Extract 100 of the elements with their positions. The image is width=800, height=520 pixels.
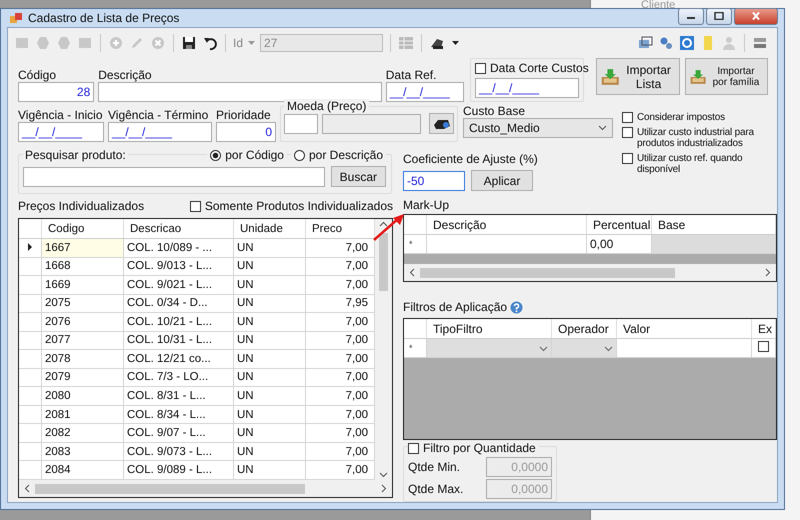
table-cell: UN <box>234 312 306 332</box>
table-cell: COL. 9/013 - L... <box>124 257 234 276</box>
chevron-right-icon[interactable] <box>765 268 771 277</box>
table-cell: 7,00 <box>306 368 374 387</box>
maximize-icon <box>714 12 724 20</box>
apply-button[interactable]: Aplicar <box>471 170 533 191</box>
field-label: Custo Base <box>463 104 526 118</box>
chevron-right-icon[interactable] <box>381 484 387 493</box>
table-cell: 0,00 <box>586 234 652 253</box>
checkbox[interactable] <box>622 153 633 164</box>
table-cell: 7,00 <box>306 257 374 276</box>
max-quantity-field: 0,0000 <box>486 479 552 499</box>
date-field[interactable]: __/__/____ <box>108 122 212 142</box>
checkbox[interactable] <box>622 112 633 123</box>
column-header[interactable]: TipoFiltro <box>426 319 552 338</box>
table-cell: COL. 7/3 - LO... <box>124 368 234 387</box>
close-button[interactable] <box>734 8 778 24</box>
checkbox-label: Utilizar custo industrial para produtos industrializados <box>637 127 755 149</box>
table-cell: COL. 9/073 - L... <box>124 442 234 461</box>
column-header[interactable]: Percentual <box>586 215 652 234</box>
radio-button[interactable] <box>294 150 305 160</box>
table-cell: 2084 <box>42 460 124 480</box>
table-cell: UN <box>234 257 306 276</box>
import-button[interactable]: Importar Lista <box>596 58 680 95</box>
table-cell: 2078 <box>42 350 124 368</box>
search-field[interactable] <box>23 166 325 186</box>
windows-icon[interactable] <box>637 35 653 51</box>
table-cell: 7,00 <box>306 350 374 368</box>
minimize-button[interactable] <box>678 8 704 24</box>
table-cell: UN <box>234 405 306 424</box>
cost-base-dropdown[interactable]: Custo_Medio <box>463 118 613 138</box>
adjustment-field[interactable]: -50 <box>403 170 465 190</box>
column-header[interactable]: Descricao <box>124 219 234 238</box>
table-cell: COL. 8/31 - L... <box>124 386 234 406</box>
search-button[interactable]: Buscar <box>330 166 386 187</box>
table-cell: 2083 <box>42 442 124 461</box>
description-field[interactable] <box>98 82 382 102</box>
column-header[interactable]: Preco <box>306 219 374 238</box>
tray-icon[interactable] <box>752 35 768 51</box>
table-cell: 1667 <box>42 238 124 258</box>
undo-icon[interactable] <box>202 35 218 51</box>
table-cell: COL. 10/31 - L... <box>124 331 234 350</box>
id-label: Id <box>233 36 244 50</box>
chevron-down-icon[interactable] <box>379 472 388 478</box>
section-title: Filtros de Aplicação <box>403 300 508 314</box>
radio-button[interactable] <box>210 150 222 160</box>
code-field[interactable]: 28 <box>18 82 94 102</box>
table-cell: UN <box>234 331 306 350</box>
chevron-up-icon[interactable] <box>379 221 388 227</box>
column-header[interactable]: Base <box>652 215 776 234</box>
field-label: Vigência - Inicio <box>18 108 104 122</box>
save-icon[interactable] <box>181 35 197 51</box>
column-header[interactable]: Unidade <box>234 219 306 238</box>
column-header[interactable]: Valor <box>616 319 752 338</box>
scrollbar-thumb[interactable] <box>35 484 305 494</box>
field-label: Qtde Max. <box>408 482 464 496</box>
column-header[interactable]: Descrição <box>426 215 586 234</box>
table-cell: 2081 <box>42 405 124 424</box>
checkbox-label: Data Corte Custos <box>490 61 589 75</box>
table-cell: UN <box>234 460 306 480</box>
table-cell: COL. 10/089 - ... <box>124 238 234 258</box>
checkbox[interactable] <box>622 127 633 138</box>
date-field[interactable]: __/__/____ <box>18 122 104 142</box>
table-cell: 2077 <box>42 331 124 350</box>
column-header[interactable]: Codigo <box>42 219 124 238</box>
help-icon[interactable] <box>510 300 524 314</box>
table-cell: 7,00 <box>306 460 374 480</box>
table-cell: 7,00 <box>306 386 374 406</box>
checkbox[interactable] <box>474 62 486 74</box>
gears-icon[interactable] <box>658 35 674 51</box>
chevron-left-icon[interactable] <box>24 484 30 493</box>
table-cell: UN <box>234 276 306 294</box>
date-field[interactable]: __/__/____ <box>474 78 579 98</box>
section-title: Preços Individualizados <box>18 199 144 213</box>
table-cell: COL. 10/21 - L... <box>124 312 234 332</box>
new-row-marker: * <box>404 338 426 357</box>
scrollbar-thumb[interactable] <box>379 233 388 291</box>
column-header[interactable]: Operador <box>552 319 616 338</box>
search-currency-button[interactable] <box>429 113 454 134</box>
field-label: Coeficiente de Ajuste (%) <box>403 152 538 166</box>
maximize-button[interactable] <box>706 8 732 24</box>
table-cell: COL. 0/34 - D... <box>124 294 234 313</box>
field-label: Data Ref. <box>386 68 438 82</box>
vertical-scrollbar[interactable] <box>375 219 392 480</box>
import-button[interactable]: Importar por família <box>684 58 768 95</box>
horizontal-scrollbar[interactable] <box>19 480 392 497</box>
currency-code-field[interactable] <box>284 114 318 134</box>
priority-field[interactable]: 0 <box>216 122 276 142</box>
close-icon <box>751 12 761 20</box>
chevron-left-icon[interactable] <box>409 268 415 277</box>
column-header[interactable]: Ex <box>752 319 776 338</box>
checkbox[interactable] <box>190 200 201 212</box>
date-field[interactable]: __/__/____ <box>386 82 464 102</box>
checkbox[interactable] <box>758 340 769 352</box>
caret-icon[interactable] <box>452 40 460 46</box>
horizontal-scrollbar[interactable] <box>404 264 776 281</box>
scrollbar-thumb[interactable] <box>420 268 675 278</box>
table-cell: UN <box>234 238 306 258</box>
table-cell: COL. 12/21 co... <box>124 350 234 368</box>
checkbox[interactable] <box>408 442 419 454</box>
